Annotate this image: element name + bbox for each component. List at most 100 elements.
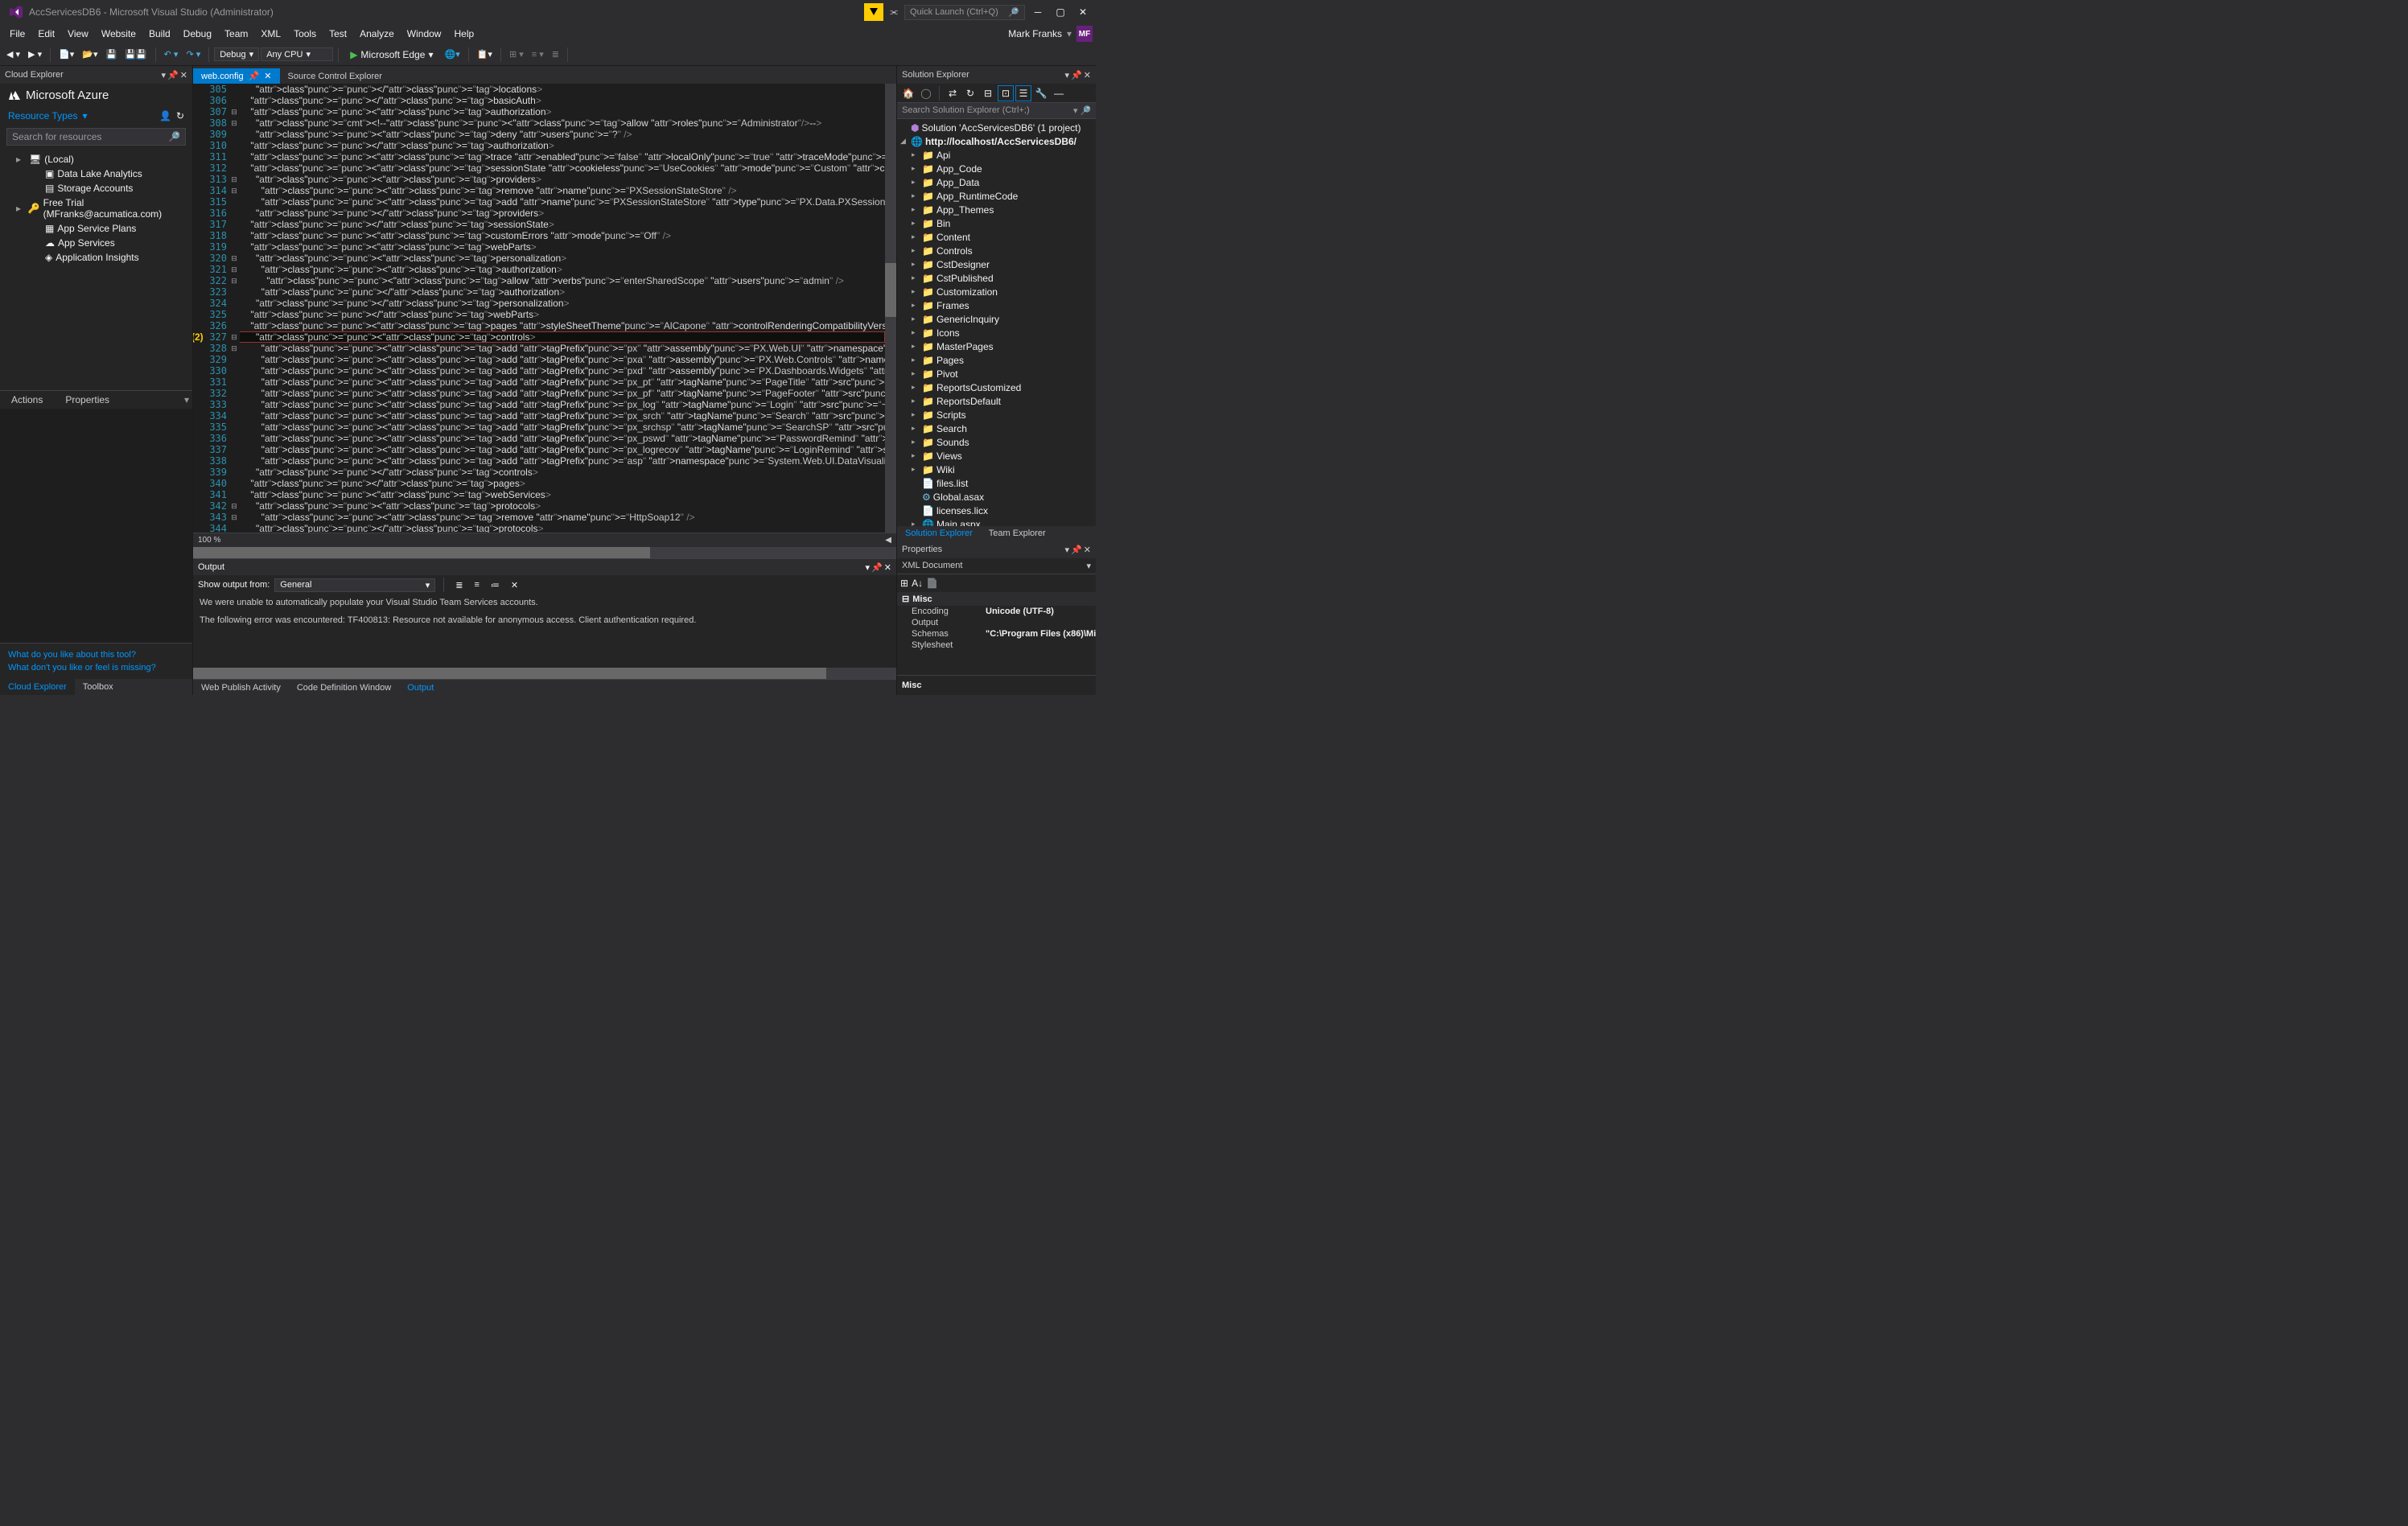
tb-misc-1[interactable]: 📋▾	[474, 47, 496, 61]
output-btn-3[interactable]: ≔	[488, 578, 503, 592]
output-source-combo[interactable]: General▾	[274, 578, 435, 592]
solution-item[interactable]: ▸🌐Main.aspx	[897, 517, 1096, 526]
tb-misc-3[interactable]: ≡ ▾	[529, 47, 547, 61]
sol-back-button[interactable]: ◯	[918, 85, 934, 101]
solution-item[interactable]: ▸📁App_Code	[897, 162, 1096, 175]
toolbox-tab[interactable]: Toolbox	[75, 679, 121, 695]
property-row[interactable]: EncodingUnicode (UTF-8)	[897, 606, 1096, 617]
minimize-button[interactable]: ─	[1028, 3, 1048, 21]
solution-item[interactable]: ◢🌐http://localhost/AccServicesDB6/	[897, 134, 1096, 148]
categorized-button[interactable]: ⊞	[900, 578, 908, 589]
solution-item[interactable]: ▸📁Frames	[897, 298, 1096, 312]
resource-types-link[interactable]: Resource Types	[8, 110, 78, 121]
solution-item[interactable]: ▸📁Bin	[897, 216, 1096, 230]
quick-launch-input[interactable]: Quick Launch (Ctrl+Q)🔍	[904, 5, 1025, 20]
solution-item[interactable]: ▸📁Sounds	[897, 435, 1096, 449]
azure-tree-item[interactable]: ▦App Service Plans	[0, 221, 192, 236]
pin-icon[interactable]: 📌	[1071, 545, 1082, 555]
solution-item[interactable]: ▸📁Customization	[897, 285, 1096, 298]
tab-source-control[interactable]: Source Control Explorer	[280, 69, 390, 84]
solution-item[interactable]: ▸📁Content	[897, 230, 1096, 244]
property-row[interactable]: Output	[897, 617, 1096, 628]
notification-badge[interactable]	[864, 3, 883, 21]
menu-build[interactable]: Build	[142, 25, 177, 43]
solution-item[interactable]: ▸📁Pivot	[897, 367, 1096, 380]
menu-xml[interactable]: XML	[254, 25, 287, 43]
sol-showall-button[interactable]: ⊡	[998, 85, 1014, 101]
pin-icon[interactable]: 📌	[249, 71, 260, 81]
solution-item[interactable]: ▸📁Wiki	[897, 463, 1096, 476]
solution-item[interactable]: ⬢Solution 'AccServicesDB6' (1 project)	[897, 121, 1096, 134]
menu-test[interactable]: Test	[323, 25, 353, 43]
close-panel-icon[interactable]: ✕	[1084, 70, 1091, 80]
feedback-like-link[interactable]: What do you like about this tool?	[8, 648, 184, 661]
refresh-icon[interactable]: ↻	[176, 110, 184, 121]
menu-debug[interactable]: Debug	[177, 25, 218, 43]
code-def-tab[interactable]: Code Definition Window	[289, 681, 399, 694]
azure-search-input[interactable]: Search for resources🔍	[6, 128, 186, 146]
solution-item[interactable]: ⚙Global.asax	[897, 490, 1096, 504]
new-project-button[interactable]: 📄▾	[56, 47, 77, 61]
solution-item[interactable]: ▸📁MasterPages	[897, 339, 1096, 353]
sol-collapse-button[interactable]: ⊟	[980, 85, 996, 101]
zoom-level[interactable]: 100 %	[198, 536, 220, 545]
editor-hscroll[interactable]	[193, 547, 896, 558]
menu-window[interactable]: Window	[401, 25, 448, 43]
azure-tree-item[interactable]: ▣Data Lake Analytics	[0, 167, 192, 181]
tb-misc-2[interactable]: ⊞ ▾	[506, 47, 527, 61]
tb-misc-4[interactable]: ≣	[549, 47, 562, 61]
cloud-explorer-tab[interactable]: Cloud Explorer	[0, 679, 75, 695]
feedback-dislike-link[interactable]: What don't you like or feel is missing?	[8, 661, 184, 674]
config-combo[interactable]: Debug▾	[214, 47, 259, 61]
save-all-button[interactable]: 💾💾	[121, 47, 150, 61]
feedback-icon[interactable]: ⫘	[887, 6, 901, 19]
close-panel-icon[interactable]: ✕	[884, 562, 891, 573]
azure-tree-item[interactable]: ☁App Services	[0, 236, 192, 250]
sol-properties-button[interactable]: 🔧	[1033, 85, 1049, 101]
solution-item[interactable]: ▸📁ReportsCustomized	[897, 380, 1096, 394]
undo-button[interactable]: ↶ ▾	[161, 47, 182, 61]
user-avatar[interactable]: MF	[1076, 26, 1093, 42]
azure-tree-item[interactable]: ◈Application Insights	[0, 250, 192, 265]
solution-item[interactable]: ▸📁App_Themes	[897, 203, 1096, 216]
close-panel-icon[interactable]: ✕	[180, 70, 187, 80]
pin-icon[interactable]: 📌	[1071, 70, 1082, 80]
menu-website[interactable]: Website	[95, 25, 142, 43]
pin-icon[interactable]: 📌	[871, 562, 883, 573]
solution-item[interactable]: 📄files.list	[897, 476, 1096, 490]
azure-tree-item[interactable]: ▤Storage Accounts	[0, 181, 192, 195]
solution-item[interactable]: 📄licenses.licx	[897, 504, 1096, 517]
user-name[interactable]: Mark Franks	[1008, 28, 1062, 39]
properties-object-type[interactable]: XML Document▾	[897, 558, 1096, 574]
solution-item[interactable]: ▸📁Pages	[897, 353, 1096, 367]
solution-item[interactable]: ▸📁Search	[897, 422, 1096, 435]
sol-sync-button[interactable]: ⇄	[945, 85, 961, 101]
property-row[interactable]: Stylesheet	[897, 640, 1096, 651]
clear-output-button[interactable]: ✕	[508, 578, 521, 592]
nav-fwd-button[interactable]: ▶ ▾	[25, 47, 45, 61]
solution-item[interactable]: ▸📁Icons	[897, 326, 1096, 339]
web-publish-tab[interactable]: Web Publish Activity	[193, 681, 289, 694]
solution-explorer-tab[interactable]: Solution Explorer	[897, 526, 981, 541]
redo-button[interactable]: ↷ ▾	[183, 47, 204, 61]
menu-analyze[interactable]: Analyze	[353, 25, 401, 43]
sol-home-button[interactable]: 🏠	[900, 85, 916, 101]
props-category-misc[interactable]: ⊟Misc	[897, 592, 1096, 606]
editor-vscroll[interactable]	[885, 84, 896, 533]
properties-tab[interactable]: Properties	[54, 391, 121, 409]
panel-dropdown-icon[interactable]: ▾	[162, 70, 167, 80]
menu-edit[interactable]: Edit	[31, 25, 61, 43]
props-pages-button[interactable]: 📄	[926, 578, 938, 589]
sol-more-button[interactable]: —	[1051, 85, 1067, 101]
menu-view[interactable]: View	[61, 25, 95, 43]
solution-item[interactable]: ▸📁Api	[897, 148, 1096, 162]
azure-tree-item[interactable]: ▸🖥(Local)	[0, 152, 192, 167]
tab-web-config[interactable]: web.config📌✕	[193, 68, 280, 84]
solution-item[interactable]: ▸📁GenericInquiry	[897, 312, 1096, 326]
output-text[interactable]: We were unable to automatically populate…	[193, 594, 896, 668]
close-button[interactable]: ✕	[1073, 3, 1093, 21]
solution-search-input[interactable]: Search Solution Explorer (Ctrl+;)🔍 ▾	[897, 103, 1096, 119]
solution-item[interactable]: ▸📁App_RuntimeCode	[897, 189, 1096, 203]
solution-item[interactable]: ▸📁Controls	[897, 244, 1096, 257]
close-panel-icon[interactable]: ✕	[1084, 545, 1091, 555]
